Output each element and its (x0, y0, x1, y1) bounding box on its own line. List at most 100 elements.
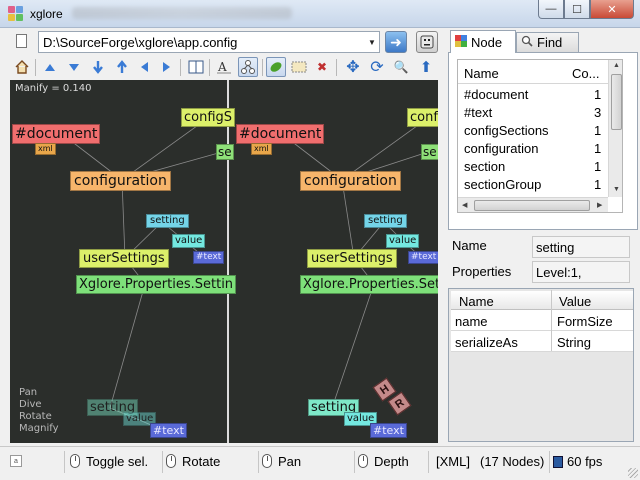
list-item[interactable]: sectionGroup 1 (458, 175, 608, 193)
list-item[interactable]: configuration 1 (458, 139, 608, 157)
node-configsections[interactable]: configS (181, 108, 236, 127)
mouse-icon (358, 454, 368, 468)
node-text-far[interactable]: #text (150, 423, 187, 438)
up-button[interactable] (40, 57, 60, 77)
first-button[interactable] (88, 57, 108, 77)
leaf-button[interactable] (266, 57, 286, 77)
refresh-button[interactable]: ⟳ (367, 57, 387, 77)
search-icon (521, 35, 533, 50)
node-document[interactable]: #document (12, 124, 101, 144)
scroll-left-icon[interactable]: ◀ (462, 201, 467, 209)
tab-find[interactable]: Find (516, 32, 579, 52)
tree-mode-button[interactable] (238, 57, 258, 77)
graph-canvas[interactable]: Manify = 0.140 #document xml configS se … (10, 80, 438, 443)
toggle-selection-label: Toggle sel. (86, 454, 149, 469)
rotate-hint: Rotate (166, 454, 220, 469)
column-name-header[interactable]: Name (464, 66, 499, 81)
go-button[interactable]: ➜ (385, 31, 407, 53)
maximize-button[interactable]: ☐ (564, 0, 590, 19)
minimize-button[interactable]: — (538, 0, 564, 19)
node-section[interactable]: se (421, 144, 438, 160)
node-xglore-properties[interactable]: Xglore.Properties.Settin (76, 275, 237, 294)
list-item-count: 1 (594, 159, 602, 174)
attribute-name: serializeAs (455, 335, 518, 350)
face-button[interactable] (416, 31, 438, 53)
list-item[interactable]: #document 1 (458, 85, 608, 103)
split-view-button[interactable] (186, 57, 206, 77)
node-text[interactable]: #text (193, 251, 225, 264)
depth-label: Depth (374, 454, 409, 469)
attribute-value: String (557, 335, 591, 350)
home-button[interactable] (12, 57, 32, 77)
legend-pan: Pan (19, 387, 38, 398)
node-text[interactable]: #text (408, 251, 438, 264)
grid-name-header[interactable]: Name (459, 294, 494, 309)
node-value[interactable]: value (386, 234, 420, 248)
frame-icon (291, 61, 307, 73)
list-item-name: sectionGroup (464, 177, 542, 192)
up-level-button[interactable]: ⬆ (416, 57, 436, 77)
list-item[interactable]: section 1 (458, 157, 608, 175)
split-divider[interactable] (227, 80, 229, 443)
move-button[interactable]: ✥ (343, 57, 363, 77)
horizontal-scrollbar[interactable]: ◀ ▶ (458, 197, 608, 212)
node-configuration[interactable]: configuration (70, 171, 171, 191)
scroll-thumb[interactable] (474, 200, 590, 211)
table-row[interactable]: serializeAs String (451, 331, 633, 352)
node-usersettings[interactable]: userSettings (307, 249, 397, 268)
delete-button[interactable]: ✖ (312, 57, 332, 77)
scroll-down-icon[interactable]: ▼ (613, 186, 620, 193)
list-item[interactable]: #text 3 (458, 103, 608, 121)
toolbar: A ✖ ✥ ⟳ 🔍 ⬆ (0, 56, 446, 78)
panel-tabs: Node Find (448, 30, 638, 53)
node-xglore-properties[interactable]: Xglore.Properties.Set (300, 275, 438, 294)
zoom-button[interactable]: 🔍 (391, 57, 411, 77)
app-icon (8, 6, 24, 22)
down-arrow-icon (69, 63, 79, 71)
list-item[interactable]: configSections 1 (458, 121, 608, 139)
legend-dive: Dive (19, 399, 42, 410)
node-configsections[interactable]: conf (407, 108, 438, 127)
text-mode-button[interactable]: A (214, 57, 234, 77)
node-type-list[interactable]: Name Co... #document 1 #text 3 configSecti… (457, 59, 623, 213)
mouse-icon (70, 454, 80, 468)
node-document[interactable]: #document (236, 124, 325, 144)
tab-node[interactable]: Node (450, 30, 516, 53)
node-usersettings[interactable]: userSettings (79, 249, 169, 268)
chevron-down-icon[interactable]: ▼ (364, 32, 380, 52)
name-label: Name (452, 238, 487, 253)
close-button[interactable]: ✕ (590, 0, 634, 19)
node-value[interactable]: value (172, 234, 206, 248)
node-setting[interactable]: setting (364, 214, 407, 228)
node-list-header: Name Co... (458, 60, 608, 84)
vertical-scrollbar[interactable]: ▲ ▼ (608, 60, 622, 197)
table-row[interactable]: name FormSize (451, 310, 633, 331)
attribute-grid[interactable]: Name Value name FormSize serializeAs Str… (448, 288, 634, 442)
file-path-input[interactable]: D:\SourceForge\xglore\app.config (38, 31, 380, 53)
node-text-selected[interactable]: #text (370, 423, 407, 438)
grid-value-header[interactable]: Value (559, 294, 591, 309)
resize-grip[interactable] (628, 468, 638, 478)
last-button[interactable] (112, 57, 132, 77)
list-item-name: #text (464, 105, 493, 120)
status-indicator-icon: a (10, 455, 22, 467)
node-setting[interactable]: setting (146, 214, 189, 228)
list-item-count: 1 (594, 177, 602, 192)
left-button[interactable] (134, 57, 154, 77)
film-icon (553, 456, 563, 468)
right-button[interactable] (156, 57, 176, 77)
node-configuration[interactable]: configuration (300, 171, 401, 191)
fps-readout: 60 fps (553, 454, 602, 469)
toggle-selection-hint: Toggle sel. (70, 454, 148, 469)
node-xml[interactable]: xml (35, 143, 56, 155)
scroll-thumb[interactable] (611, 74, 622, 130)
scroll-up-icon[interactable]: ▲ (613, 62, 620, 69)
column-count-header[interactable]: Co... (572, 66, 599, 81)
node-xml[interactable]: xml (251, 143, 272, 155)
frame-button[interactable] (289, 57, 309, 77)
name-field[interactable]: setting (532, 236, 630, 258)
node-section[interactable]: se (216, 144, 234, 160)
scroll-right-icon[interactable]: ▶ (597, 201, 602, 209)
properties-field[interactable]: Level:1, (532, 261, 630, 283)
down-button[interactable] (64, 57, 84, 77)
